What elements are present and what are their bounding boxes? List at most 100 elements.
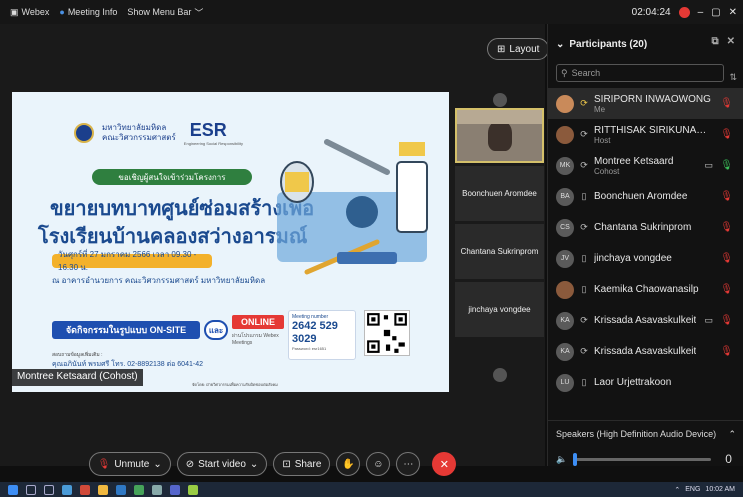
language-indicator[interactable]: ENG <box>685 486 700 493</box>
university-seal <box>74 123 94 143</box>
participants-header: ⌄ Participants (20) ⧉ ✕ <box>548 24 743 64</box>
popout-icon[interactable]: ⧉ <box>711 36 718 47</box>
chevron-down-icon[interactable]: ⌄ <box>250 459 258 470</box>
video-tile[interactable]: jinchaya vongdee <box>455 282 544 337</box>
share-label: Share <box>294 458 322 470</box>
start-icon[interactable] <box>8 484 18 495</box>
scroll-up-button[interactable] <box>493 93 507 107</box>
mic-on-icon[interactable]: 🎙 <box>720 160 733 171</box>
mic-muted-icon[interactable]: 🎙 <box>720 222 733 233</box>
participant-name: Laor Urjettrakoon <box>594 377 672 388</box>
avatar: KA <box>556 342 574 361</box>
collapse-icon[interactable]: ⌄ <box>556 39 564 50</box>
app-icon[interactable] <box>134 484 144 495</box>
chevron-down-icon[interactable]: ⌄ <box>153 459 161 470</box>
participant-row[interactable]: BA ▯ Boonchuen Aromdee 🎙 <box>548 181 743 212</box>
mic-muted-icon[interactable]: 🎙 <box>720 129 733 140</box>
video-tile[interactable]: Chantana Sukrinprom <box>455 224 544 279</box>
app-icon[interactable] <box>152 484 162 495</box>
close-icon[interactable]: ✕ <box>727 36 735 47</box>
participant-row[interactable]: KA ⟳ Krissada Asavaskulkeit 🎙 <box>548 336 743 367</box>
participant-name: Krissada Asavaskulkeit <box>594 315 697 326</box>
mic-muted-icon[interactable]: 🎙 <box>720 284 733 295</box>
os-taskbar: ⌃ ENG 10:02 AM <box>0 482 743 497</box>
chevron-up-icon[interactable]: ⌃ <box>728 429 736 440</box>
mic-muted-icon[interactable]: 🎙 <box>720 191 733 202</box>
slide-logos: มหาวิทยาลัยมหิดล คณะวิศวกรรมศาสตร์ ESR E… <box>74 120 243 146</box>
audio-panel: Speakers (High Definition Audio Device) … <box>548 420 743 466</box>
participant-role: Me <box>594 104 606 114</box>
camera-icon: ▭ <box>704 315 713 325</box>
layout-button[interactable]: ⊞ Layout <box>487 38 550 60</box>
speaking-icon: ⟳ <box>580 222 588 232</box>
speaker-device-select[interactable]: Speakers (High Definition Audio Device) <box>556 429 716 440</box>
app-icon[interactable] <box>116 484 126 495</box>
leave-meeting-button[interactable]: ✕ <box>432 452 457 476</box>
more-icon: ⋯ <box>403 458 414 470</box>
device-icon: ▯ <box>581 377 587 387</box>
search-icon[interactable] <box>26 484 36 495</box>
participant-role: Cohost <box>594 166 620 176</box>
network-icon[interactable]: ⌃ <box>674 486 680 494</box>
task-view-icon[interactable] <box>44 484 54 495</box>
meeting-password: Password: esr1651 <box>292 346 327 351</box>
avatar: BA <box>556 187 574 206</box>
speaking-icon: ⟳ <box>580 160 588 170</box>
meeting-number-box: Meeting number 2642 529 3029 Password: e… <box>288 310 356 360</box>
speaker-icon[interactable]: 🔈 <box>556 454 567 465</box>
clock[interactable]: 10:02 AM <box>705 486 735 493</box>
close-icon[interactable]: ✕ <box>729 7 737 18</box>
participant-row[interactable]: ⟳ RITTHISAK SIRIKUNASAKUL... Host 🎙 <box>548 119 743 150</box>
participants-search-input[interactable]: ⚲ Search <box>556 64 724 82</box>
volume-slider[interactable] <box>573 452 712 466</box>
app-icon[interactable] <box>170 484 180 495</box>
avatar: LU <box>556 373 574 392</box>
maximize-icon[interactable]: ▢ <box>711 7 720 18</box>
emoji-button[interactable]: ☺ <box>366 452 391 476</box>
avatar <box>556 94 574 113</box>
share-button[interactable]: ⊡ Share <box>273 452 331 476</box>
mic-muted-icon[interactable]: 🎙 <box>720 253 733 264</box>
mic-muted-icon[interactable]: 🎙 <box>720 346 733 357</box>
more-options-button[interactable]: ⋯ <box>396 452 421 476</box>
sharer-label: Montree Ketsaard (Cohost) <box>12 369 143 386</box>
mic-muted-icon[interactable]: 🎙 <box>720 98 733 109</box>
participant-row[interactable]: MK ⟳ Montree Ketsaard Cohost ▭ 🎙 <box>548 150 743 181</box>
webex-taskbar-icon[interactable] <box>188 484 198 495</box>
search-placeholder: Search <box>571 68 601 78</box>
faculty-name: คณะวิศวกรรมศาสตร์ <box>102 133 176 142</box>
meeting-timer: 02:04:24 <box>631 6 671 18</box>
volume-knob[interactable] <box>573 452 578 466</box>
video-strip: Boonchuen Aromdee Chantana Sukrinprom ji… <box>455 108 544 340</box>
video-tile[interactable]: Boonchuen Aromdee <box>455 166 544 221</box>
participant-row[interactable]: CS ⟳ Chantana Sukrinprom 🎙 <box>548 212 743 243</box>
participant-row[interactable]: ▯ Kaemika Chaowanasilp 🎙 <box>548 274 743 305</box>
meeting-info-label: Meeting Info <box>67 7 118 17</box>
layout-label: Layout <box>509 43 540 55</box>
app-name: Webex <box>21 7 50 17</box>
participant-row[interactable]: KA ⟳ Krissada Asavaskulkeit ▭ 🎙 <box>548 305 743 336</box>
edge-icon[interactable] <box>62 484 72 495</box>
meeting-info-button[interactable]: ● Meeting Info <box>59 7 117 17</box>
minimize-icon[interactable]: – <box>698 7 704 18</box>
unmute-button[interactable]: 🎙 Unmute ⌄ <box>88 452 171 476</box>
show-menu-bar-button[interactable]: Show Menu Bar ﹀ <box>127 6 203 19</box>
hand-icon: ✋ <box>342 458 355 470</box>
video-background <box>457 110 542 124</box>
video-tile-self[interactable] <box>455 108 544 163</box>
participant-name: Kaemika Chaowanasilp <box>594 284 699 295</box>
university-name: มหาวิทยาลัยมหิดล <box>102 123 167 132</box>
mic-muted-icon[interactable]: 🎙 <box>720 315 733 326</box>
reactions-button[interactable]: ✋ <box>336 452 361 476</box>
participant-row[interactable]: ⟳ SIRIPORN INWAOWONG Me 🎙 <box>548 88 743 119</box>
online-badge: ONLINE <box>232 315 284 329</box>
sort-icon[interactable]: ⇅ <box>729 72 737 83</box>
participant-row[interactable]: LU ▯ Laor Urjettrakoon <box>548 367 743 398</box>
start-video-button[interactable]: ⊘ Start video ⌄ <box>176 452 268 476</box>
avatar: KA <box>556 311 574 330</box>
participant-row[interactable]: JV ▯ jinchaya vongdee 🎙 <box>548 243 743 274</box>
scroll-down-button[interactable] <box>493 368 507 382</box>
app-menu[interactable]: ▣ Webex <box>10 7 49 18</box>
folder-icon[interactable] <box>98 484 108 495</box>
app-icon[interactable] <box>80 484 90 495</box>
